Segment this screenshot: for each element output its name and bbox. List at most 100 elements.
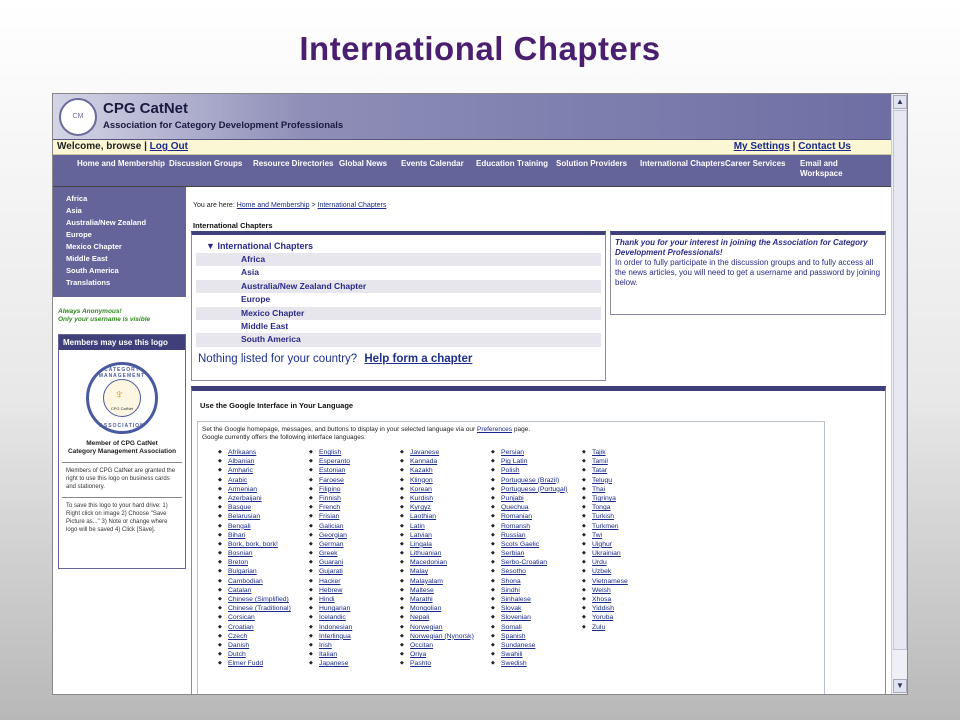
chapter-item-asia[interactable]: Asia: [196, 266, 601, 279]
sidebar-item-south-america[interactable]: South America: [66, 265, 186, 277]
language-link[interactable]: Japanese: [309, 659, 400, 668]
language-link[interactable]: Norwegian: [400, 623, 491, 632]
language-link[interactable]: Dutch: [218, 650, 309, 659]
language-link[interactable]: Portuguese (Brazil): [491, 476, 582, 485]
language-link[interactable]: Romanian: [491, 512, 582, 521]
logout-link[interactable]: Log Out: [150, 141, 188, 152]
language-link[interactable]: Filipino: [309, 485, 400, 494]
language-link[interactable]: Latin: [400, 522, 491, 531]
language-link[interactable]: Tajik: [582, 448, 673, 457]
language-link[interactable]: Hebrew: [309, 586, 400, 595]
nav-solution-providers[interactable]: Solution Providers: [556, 155, 640, 186]
nav-email-workspace[interactable]: Email and Workspace: [800, 155, 870, 186]
language-link[interactable]: Cambodian: [218, 577, 309, 586]
language-link[interactable]: Javanese: [400, 448, 491, 457]
language-link[interactable]: Bulgarian: [218, 567, 309, 576]
language-link[interactable]: Tatar: [582, 466, 673, 475]
language-link[interactable]: Hindi: [309, 595, 400, 604]
scroll-up-icon[interactable]: ▲: [893, 95, 907, 109]
sidebar-item-europe[interactable]: Europe: [66, 229, 186, 241]
language-link[interactable]: Bengali: [218, 522, 309, 531]
language-link[interactable]: Somali: [491, 623, 582, 632]
nav-education-training[interactable]: Education Training: [476, 155, 556, 186]
chapter-item-mexico[interactable]: Mexico Chapter: [196, 306, 601, 320]
language-link[interactable]: Czech: [218, 632, 309, 641]
nav-international-chapters[interactable]: International Chapters: [640, 155, 725, 186]
chapters-heading[interactable]: ▼ International Chapters: [196, 240, 601, 253]
language-link[interactable]: Elmer Fudd: [218, 659, 309, 668]
my-settings-link[interactable]: My Settings: [734, 141, 790, 152]
nav-home-membership[interactable]: Home and Membership: [77, 155, 169, 186]
language-link[interactable]: Interlingua: [309, 632, 400, 641]
language-link[interactable]: Urdu: [582, 558, 673, 567]
language-link[interactable]: Malayalam: [400, 577, 491, 586]
language-link[interactable]: Kazakh: [400, 466, 491, 475]
language-link[interactable]: Turkish: [582, 512, 673, 521]
language-link[interactable]: Swahili: [491, 650, 582, 659]
language-link[interactable]: Hungarian: [309, 604, 400, 613]
language-link[interactable]: Macedonian: [400, 558, 491, 567]
language-link[interactable]: Welsh: [582, 586, 673, 595]
language-link[interactable]: Esperanto: [309, 457, 400, 466]
language-link[interactable]: Basque: [218, 503, 309, 512]
language-link[interactable]: Telugu: [582, 476, 673, 485]
language-link[interactable]: Kannada: [400, 457, 491, 466]
language-link[interactable]: Afrikaans: [218, 448, 309, 457]
language-link[interactable]: Chinese (Simplified): [218, 595, 309, 604]
sidebar-item-middle-east[interactable]: Middle East: [66, 253, 186, 265]
nav-discussion-groups[interactable]: Discussion Groups: [169, 155, 253, 186]
language-link[interactable]: Sinhalese: [491, 595, 582, 604]
sidebar-item-australia[interactable]: Australia/New Zealand: [66, 217, 186, 229]
language-link[interactable]: Pig Latin: [491, 457, 582, 466]
language-link[interactable]: Thai: [582, 485, 673, 494]
language-link[interactable]: Scots Gaelic: [491, 540, 582, 549]
language-link[interactable]: Lithuanian: [400, 549, 491, 558]
language-link[interactable]: Swedish: [491, 659, 582, 668]
language-link[interactable]: Latvian: [400, 531, 491, 540]
language-link[interactable]: Oriya: [400, 650, 491, 659]
member-seal-image[interactable]: CATEGORY MANAGEMENT ♆ CPG CatNet ASSOCIA…: [86, 362, 158, 434]
language-link[interactable]: Slovenian: [491, 613, 582, 622]
language-link[interactable]: Faroese: [309, 476, 400, 485]
language-link[interactable]: Arabic: [218, 476, 309, 485]
language-link[interactable]: Corsican: [218, 613, 309, 622]
language-link[interactable]: Ukrainian: [582, 549, 673, 558]
language-link[interactable]: Chinese (Traditional): [218, 604, 309, 613]
language-link[interactable]: Bosnian: [218, 549, 309, 558]
language-link[interactable]: Persian: [491, 448, 582, 457]
language-link[interactable]: Punjabi: [491, 494, 582, 503]
breadcrumb-home[interactable]: Home and Membership: [237, 202, 310, 209]
language-link[interactable]: Guarani: [309, 558, 400, 567]
nav-career-services[interactable]: Career Services: [725, 155, 800, 186]
language-link[interactable]: Nepali: [400, 613, 491, 622]
language-link[interactable]: Kyrgyz: [400, 503, 491, 512]
language-link[interactable]: Lingala: [400, 540, 491, 549]
language-link[interactable]: Uighur: [582, 540, 673, 549]
language-link[interactable]: Icelandic: [309, 613, 400, 622]
language-link[interactable]: Bihari: [218, 531, 309, 540]
language-link[interactable]: Slovak: [491, 604, 582, 613]
language-link[interactable]: Galician: [309, 522, 400, 531]
chapter-item-middle-east[interactable]: Middle East: [196, 320, 601, 333]
nav-resource-directories[interactable]: Resource Directories: [253, 155, 339, 186]
language-link[interactable]: German: [309, 540, 400, 549]
language-link[interactable]: Xhosa: [582, 595, 673, 604]
language-link[interactable]: Yoruba: [582, 613, 673, 622]
language-link[interactable]: Pashto: [400, 659, 491, 668]
language-link[interactable]: Amharic: [218, 466, 309, 475]
preferences-link[interactable]: Preferences: [477, 426, 512, 433]
sidebar-item-africa[interactable]: Africa: [66, 193, 186, 205]
language-link[interactable]: Italian: [309, 650, 400, 659]
chapter-item-australia[interactable]: Australia/New Zealand Chapter: [196, 279, 601, 294]
language-link[interactable]: Yiddish: [582, 604, 673, 613]
language-link[interactable]: Georgian: [309, 531, 400, 540]
language-link[interactable]: Marathi: [400, 595, 491, 604]
language-link[interactable]: Norwegian (Nynorsk): [400, 632, 491, 641]
vertical-scrollbar[interactable]: ▲ ▼: [891, 94, 907, 694]
language-link[interactable]: Albanian: [218, 457, 309, 466]
language-link[interactable]: Greek: [309, 549, 400, 558]
language-link[interactable]: Sindhi: [491, 586, 582, 595]
language-link[interactable]: Croatian: [218, 623, 309, 632]
contact-us-link[interactable]: Contact Us: [798, 141, 851, 152]
language-link[interactable]: Klingon: [400, 476, 491, 485]
